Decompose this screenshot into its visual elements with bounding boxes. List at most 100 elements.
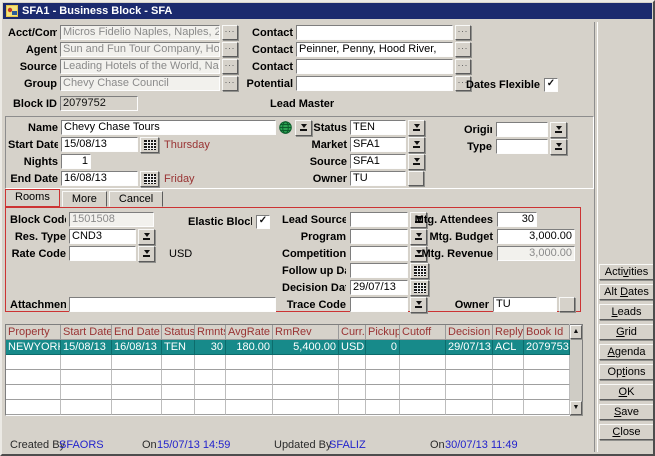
- grid-scrollbar[interactable]: ▲ ▼: [570, 324, 583, 416]
- title-bar: SFA1 - Business Block - SFA: [3, 3, 652, 19]
- potential-field[interactable]: [296, 76, 453, 91]
- block-code-row: Block Code 1501508: [10, 212, 192, 227]
- contact-lookup-button[interactable]: ...: [455, 42, 471, 57]
- side-button-leads[interactable]: Leads: [599, 304, 654, 320]
- attendees-label: Mtg. Attendees: [403, 214, 493, 226]
- contact-lookup-button[interactable]: ...: [455, 25, 471, 40]
- end-date-label: End Date: [8, 173, 58, 185]
- grid-cell: [366, 400, 400, 415]
- agent-field[interactable]: Sun and Fun Tour Company, Hood Ri: [60, 42, 220, 57]
- decision-date-calendar-icon[interactable]: [410, 280, 429, 296]
- origin-field[interactable]: [496, 122, 548, 137]
- grid-cell: [226, 355, 273, 370]
- budget-field[interactable]: 3,000.00: [497, 229, 575, 244]
- end-date-calendar-icon[interactable]: [140, 171, 159, 187]
- globe-icon[interactable]: [277, 121, 293, 135]
- dates-flexible-checkbox[interactable]: ✓: [544, 78, 558, 92]
- panel-owner-field[interactable]: TU: [493, 297, 557, 312]
- acct-com-lookup-button[interactable]: ...: [222, 25, 238, 40]
- side-button-close[interactable]: Close: [599, 424, 654, 440]
- side-button-save[interactable]: Save: [599, 404, 654, 420]
- owner-field[interactable]: TU: [350, 171, 406, 186]
- grid-cell: ACL: [493, 340, 524, 355]
- source-label: Source: [8, 61, 57, 73]
- grid-cell: [446, 400, 493, 415]
- nights-field[interactable]: 1: [61, 154, 91, 169]
- market-field[interactable]: SFA1: [350, 137, 406, 152]
- origin-dropdown-button[interactable]: [550, 122, 567, 138]
- rooms-tab-panel: Block Code 1501508 Res. Type CND3 Rate C…: [5, 207, 581, 312]
- tab-cancel[interactable]: Cancel: [109, 191, 163, 207]
- group-field[interactable]: Chevy Chase Council: [60, 76, 220, 91]
- follow-up-field[interactable]: [350, 263, 408, 278]
- follow-up-calendar-icon[interactable]: [410, 263, 429, 279]
- grid-row[interactable]: NEWYORK15/08/1316/08/13TEN30180.005,400.…: [6, 340, 569, 355]
- type-dropdown-button[interactable]: [550, 139, 567, 155]
- attachments-field[interactable]: [69, 297, 276, 312]
- competition-label: Competition: [282, 248, 346, 260]
- type-field[interactable]: [496, 139, 548, 154]
- grid-header-start-date: Start Date: [61, 325, 112, 340]
- contact-field[interactable]: [296, 59, 453, 74]
- start-date-field[interactable]: 15/08/13: [61, 137, 138, 152]
- name-field[interactable]: Chevy Chase Tours: [61, 120, 276, 135]
- grid-cell: [61, 400, 112, 415]
- end-date-field[interactable]: 16/08/13: [61, 171, 138, 186]
- side-button-options[interactable]: Options: [599, 364, 654, 380]
- source-field[interactable]: SFA1: [350, 154, 406, 169]
- contact-field[interactable]: Peinner, Penny, Hood River,: [296, 42, 453, 57]
- grid-cell: [524, 385, 570, 400]
- source-field[interactable]: Leading Hotels of the World, Naples,: [60, 59, 220, 74]
- acct-com-field[interactable]: Micros Fidelio Naples, Naples, 239-6: [60, 25, 220, 40]
- grid-cell: [400, 385, 446, 400]
- contact-lookup-button[interactable]: ...: [455, 59, 471, 74]
- tab-rooms[interactable]: Rooms: [5, 189, 60, 207]
- side-button-ok[interactable]: OK: [599, 384, 654, 400]
- group-lookup-button[interactable]: ...: [222, 76, 238, 91]
- block-id-label: Block ID: [8, 98, 57, 110]
- status-dropdown-button[interactable]: [408, 120, 425, 136]
- market-dropdown-button[interactable]: [408, 137, 425, 153]
- agent-lookup-button[interactable]: ...: [222, 42, 238, 57]
- grid-cell: [366, 385, 400, 400]
- market-label: Market: [305, 139, 347, 151]
- decision-date-field[interactable]: 29/07/13: [350, 280, 408, 295]
- attendees-row: Mtg. Attendees 30: [403, 212, 575, 227]
- grid-cell: [493, 400, 524, 415]
- side-button-alt-dates[interactable]: Alt Dates: [599, 284, 654, 300]
- lead-source-label: Lead Source: [282, 214, 346, 226]
- panel-owner-lookup-button[interactable]: [559, 297, 575, 312]
- nights-label: Nights: [8, 156, 58, 168]
- contact-field[interactable]: [296, 25, 453, 40]
- grid-cell: [61, 385, 112, 400]
- created-on-label: On: [142, 439, 157, 451]
- elastic-block-checkbox[interactable]: ✓: [256, 215, 270, 229]
- side-button-grid[interactable]: Grid: [599, 324, 654, 340]
- grid-cell: [366, 355, 400, 370]
- start-date-calendar-icon[interactable]: [140, 137, 159, 153]
- created-on-value: 15/07/13 14:59: [157, 439, 230, 451]
- res-type-field[interactable]: CND3: [69, 229, 136, 244]
- source-lookup-button[interactable]: ...: [222, 59, 238, 74]
- source-dropdown-button[interactable]: [408, 154, 425, 170]
- side-button-activities[interactable]: Activities: [599, 264, 654, 280]
- owner-lookup-button[interactable]: [408, 171, 424, 186]
- created-by-value: SFAORS: [59, 439, 104, 451]
- attendees-field[interactable]: 30: [497, 212, 537, 227]
- side-button-agenda[interactable]: Agenda: [599, 344, 654, 360]
- res-type-dropdown-button[interactable]: [138, 229, 155, 245]
- decision-date-row: Decision Date 29/07/13: [282, 280, 429, 295]
- trace-code-field[interactable]: [350, 297, 408, 312]
- status-field[interactable]: TEN: [350, 120, 406, 135]
- grid-cell: [195, 355, 226, 370]
- tab-more[interactable]: More: [62, 191, 107, 207]
- scroll-down-icon[interactable]: ▼: [570, 401, 582, 415]
- grid-cell: [112, 355, 162, 370]
- lead-source-field[interactable]: [350, 212, 408, 227]
- scroll-up-icon[interactable]: ▲: [570, 325, 582, 339]
- program-field[interactable]: [350, 229, 408, 244]
- grid-cell: [61, 355, 112, 370]
- rate-code-field[interactable]: [69, 246, 136, 261]
- rate-code-dropdown-button[interactable]: [138, 246, 155, 262]
- competition-field[interactable]: [350, 246, 408, 261]
